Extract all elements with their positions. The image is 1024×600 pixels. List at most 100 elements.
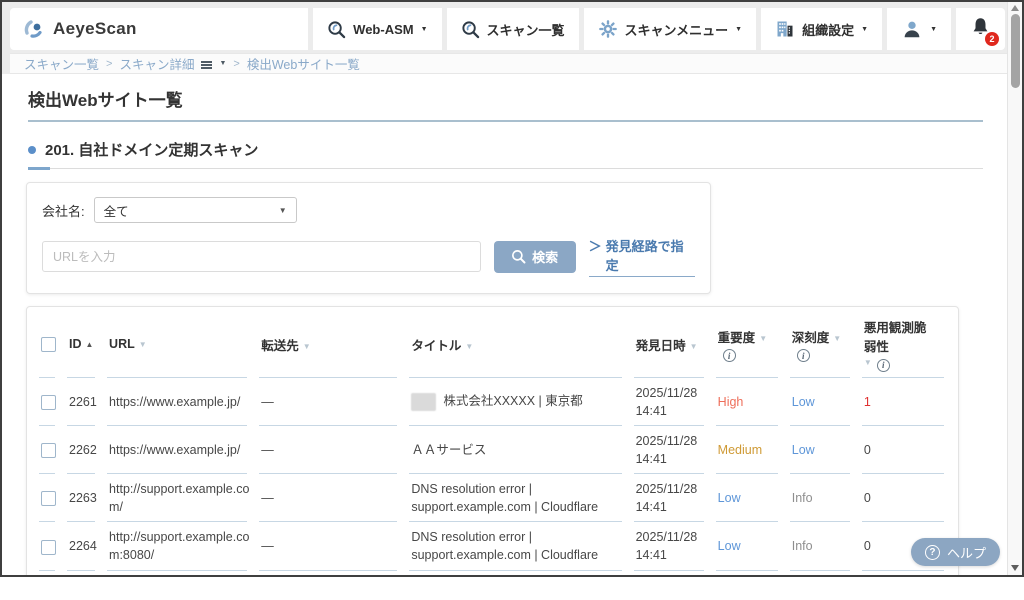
nav-item-org-settings[interactable]: 組織設定 ▼ (761, 8, 882, 50)
cell-forward: — (259, 522, 409, 570)
chevron-down-icon: ▼ (421, 26, 428, 33)
detected-websites-table-card: ID▲ URL▼ 転送先▼ タイトル▼ (26, 306, 959, 577)
row-checkbox[interactable] (41, 443, 56, 458)
main-content: 検出Webサイト一覧 201. 自社ドメイン定期スキャン 会社名: 全て ▼ (2, 74, 1007, 577)
cell-severity: Info (790, 571, 862, 578)
chevron-right-icon: ＞ (589, 236, 602, 274)
filter-panel: 会社名: 全て ▼ 検索 (26, 182, 711, 294)
logo[interactable]: AeyeScan (10, 8, 308, 50)
column-header-title[interactable]: タイトル▼ (409, 311, 633, 378)
magnifier-icon (327, 20, 346, 39)
sort-asc-icon[interactable]: ▲ (86, 340, 94, 349)
breadcrumb-separator: > (106, 58, 112, 70)
chevron-down-icon: ▼ (735, 26, 742, 33)
cell-url: http://support.example.com/ (107, 474, 259, 522)
scrollbar-thumb[interactable] (1011, 14, 1020, 88)
nav-item-notifications[interactable]: 2 (956, 8, 1005, 50)
row-checkbox[interactable] (41, 395, 56, 410)
scan-detail-menu-icon[interactable] (201, 61, 212, 69)
row-checkbox[interactable] (41, 491, 56, 506)
column-header-severity[interactable]: 深刻度▼i (790, 311, 862, 378)
cell-importance: Low (716, 474, 790, 522)
sort-desc-icon[interactable]: ▼ (303, 342, 311, 351)
nav-item-scan-list[interactable]: スキャン一覧 (447, 8, 579, 50)
column-header-importance[interactable]: 重要度▼i (716, 311, 790, 378)
column-header-forward[interactable]: 転送先▼ (259, 311, 409, 378)
cell-id: 2262 (67, 426, 107, 474)
table-row[interactable]: 2265 http://hs.example.jp/ https://hs.ae… (39, 571, 946, 578)
user-icon (901, 18, 923, 40)
sort-desc-icon[interactable]: ▼ (690, 342, 698, 351)
company-select[interactable]: 全て ▼ (94, 197, 297, 223)
table-row[interactable]: 2262 https://www.example.jp/ — ＡＡサービス 20… (39, 426, 946, 474)
sort-desc-icon[interactable]: ▼ (833, 334, 841, 343)
cell-url: https://www.example.jp/ (107, 426, 259, 474)
url-search-input[interactable] (42, 241, 481, 272)
cell-title: ＡＡサービス (409, 426, 633, 474)
table-row[interactable]: 2264 http://support.example.com:8080/ — … (39, 522, 946, 570)
table-row[interactable]: 2263 http://support.example.com/ — DNS r… (39, 474, 946, 522)
info-icon[interactable]: i (877, 359, 890, 372)
scrollbar-up-arrow[interactable] (1011, 5, 1019, 11)
sort-desc-icon[interactable]: ▼ (759, 334, 767, 343)
sort-desc-icon[interactable]: ▼ (465, 342, 473, 351)
select-all-checkbox[interactable] (41, 337, 56, 352)
cell-exploit-count: 0 (862, 474, 946, 522)
cell-importance: High (716, 378, 790, 426)
column-header-url[interactable]: URL▼ (107, 311, 259, 378)
sort-desc-icon[interactable]: ▼ (139, 340, 147, 349)
company-label: 会社名: (42, 201, 85, 220)
building-icon (775, 19, 795, 39)
cell-forward: — (259, 378, 409, 426)
discovery-route-link[interactable]: ＞ 発見経路で指定 (589, 236, 695, 277)
cell-severity: Info (790, 474, 862, 522)
info-icon[interactable]: i (723, 349, 736, 362)
row-checkbox[interactable] (41, 540, 56, 555)
info-icon[interactable]: i (797, 349, 810, 362)
cell-id: 2263 (67, 474, 107, 522)
cell-title: DNS resolution error | support.example.c… (409, 474, 633, 522)
breadcrumb-scan-detail[interactable]: スキャン詳細 (119, 54, 194, 73)
notification-badge: 2 (985, 32, 999, 46)
nav-item-user-menu[interactable]: ▼ (887, 8, 951, 50)
cell-severity: Info (790, 522, 862, 570)
column-header-exploit[interactable]: 悪用観測脆弱性 ▼i (862, 311, 946, 378)
question-icon: ? (925, 545, 940, 560)
bullet-icon (28, 146, 36, 154)
cell-id: 2264 (67, 522, 107, 570)
cell-exploit-count: 1 (862, 378, 946, 426)
column-header-id[interactable]: ID▲ (67, 311, 107, 378)
sort-desc-icon[interactable]: ▼ (864, 358, 872, 367)
chevron-down-icon: ▼ (279, 206, 287, 215)
company-select-value: 全て (104, 201, 129, 220)
breadcrumb-scan-list[interactable]: スキャン一覧 (24, 54, 99, 73)
top-nav-strip: AeyeScan Web-ASM ▼ (2, 2, 1007, 53)
search-button[interactable]: 検索 (494, 241, 576, 273)
scan-section-header: 201. 自社ドメイン定期スキャン (28, 139, 983, 169)
cell-url: http://support.example.com:8080/ (107, 522, 259, 570)
column-header-found[interactable]: 発見日時▼ (634, 311, 716, 378)
cell-severity: Low (790, 378, 862, 426)
logo-text: AeyeScan (53, 19, 137, 39)
table-row[interactable]: 2261 https://www.example.jp/ — 株式会社XXXXX… (39, 378, 946, 426)
breadcrumb: スキャン一覧 > スキャン詳細 ▼ > 検出Webサイト一覧 (10, 53, 1007, 74)
magnifier-icon (461, 20, 480, 39)
cell-id: 2265 (67, 571, 107, 578)
cell-exploit-count: 0 (862, 571, 946, 578)
nav-item-scan-menu[interactable]: スキャンメニュー ▼ (584, 8, 757, 50)
magnifier-icon (511, 249, 526, 264)
help-button[interactable]: ? ヘルプ (911, 538, 1000, 566)
scrollbar-down-arrow[interactable] (1011, 565, 1019, 571)
cell-title: 株式会社XXXXX | 東京都 (409, 378, 633, 426)
table-header-row: ID▲ URL▼ 転送先▼ タイトル▼ (39, 311, 946, 378)
vertical-scrollbar[interactable] (1007, 2, 1022, 575)
page-title: 検出Webサイト一覧 (28, 86, 983, 122)
cell-severity: Low (790, 426, 862, 474)
cell-found: 2025/11/28 14:41 (634, 474, 716, 522)
top-navbar: AeyeScan Web-ASM ▼ (10, 8, 1005, 50)
cell-found: 2025/11/28 14:41 (634, 426, 716, 474)
app-frame: AeyeScan Web-ASM ▼ (0, 0, 1024, 600)
cell-forward: https://hs.aexample.jp/ (259, 571, 409, 578)
chevron-down-icon[interactable]: ▼ (219, 60, 226, 67)
nav-item-web-asm[interactable]: Web-ASM ▼ (313, 8, 441, 50)
